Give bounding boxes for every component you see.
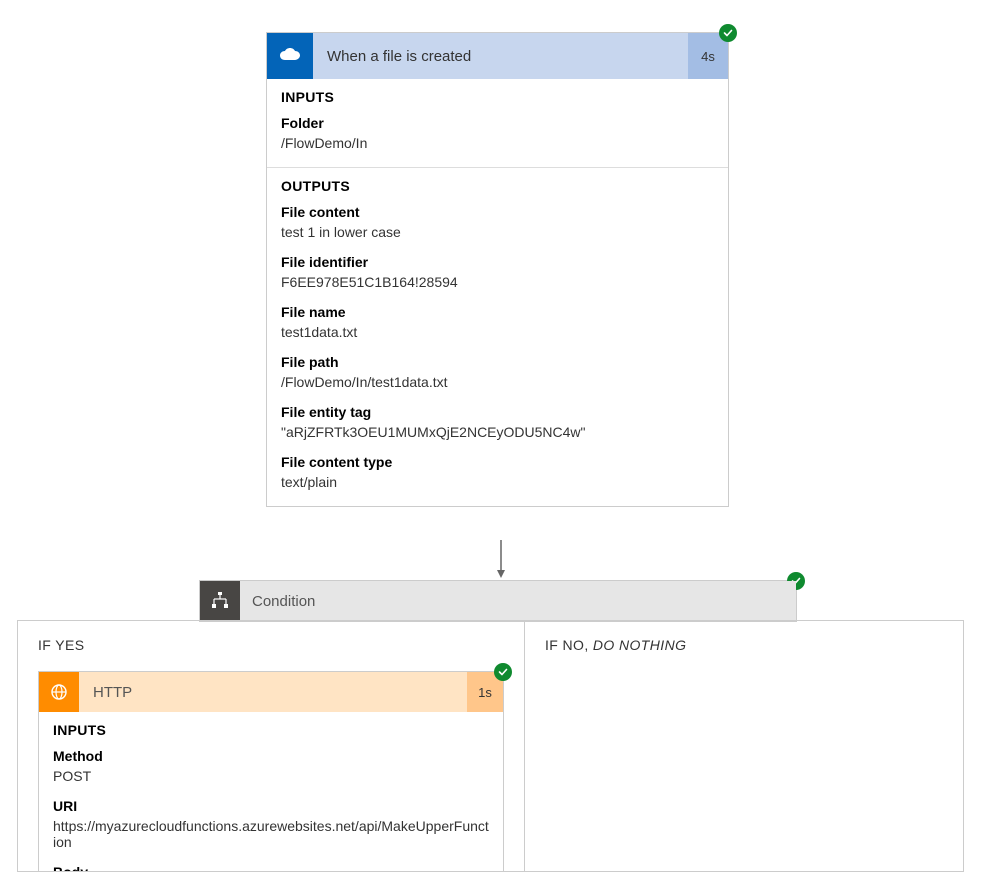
- trigger-outputs-section: OUTPUTS File content test 1 in lower cas…: [267, 167, 728, 506]
- kv-file-identifier: File identifier F6EE978E51C1B164!28594: [281, 254, 714, 290]
- kv-label: File content: [281, 204, 714, 220]
- kv-value: /FlowDemo/In/test1data.txt: [281, 374, 714, 390]
- kv-folder: Folder /FlowDemo/In: [281, 115, 714, 151]
- branch-if-no: IF NO, DO NOTHING: [524, 621, 963, 871]
- kv-value: https://myazurecloudfunctions.azurewebsi…: [53, 818, 489, 850]
- if-no-label: IF NO, DO NOTHING: [545, 637, 943, 653]
- success-badge-icon: [494, 663, 512, 681]
- success-badge-icon: [719, 24, 737, 42]
- http-inputs-section: INPUTS Method POST URI https://myazurecl…: [39, 712, 503, 872]
- kv-file-content: File content test 1 in lower case: [281, 204, 714, 240]
- kv-label: File entity tag: [281, 404, 714, 420]
- if-yes-label: IF YES: [38, 637, 504, 653]
- kv-file-content-type: File content type text/plain: [281, 454, 714, 490]
- if-no-em: DO NOTHING: [593, 637, 686, 653]
- kv-value: test1data.txt: [281, 324, 714, 340]
- kv-value: text/plain: [281, 474, 714, 490]
- branch-if-yes: IF YES HTTP 1s INPUTS Method: [18, 621, 524, 871]
- trigger-header[interactable]: When a file is created 4s: [267, 33, 728, 79]
- trigger-title: When a file is created: [313, 33, 688, 79]
- condition-card[interactable]: Condition: [199, 580, 797, 622]
- http-globe-icon: [39, 672, 79, 712]
- inputs-heading: INPUTS: [281, 89, 714, 105]
- kv-label: URI: [53, 798, 489, 814]
- kv-method: Method POST: [53, 748, 489, 784]
- kv-file-path: File path /FlowDemo/In/test1data.txt: [281, 354, 714, 390]
- kv-label: Folder: [281, 115, 714, 131]
- kv-file-entity-tag: File entity tag "aRjZFRTk3OEU1MUMxQjE2NC…: [281, 404, 714, 440]
- kv-label: Body: [53, 864, 489, 872]
- kv-value: /FlowDemo/In: [281, 135, 714, 151]
- if-no-prefix: IF NO,: [545, 637, 593, 653]
- kv-value: test 1 in lower case: [281, 224, 714, 240]
- http-title: HTTP: [79, 672, 467, 712]
- kv-label: File path: [281, 354, 714, 370]
- kv-label: File identifier: [281, 254, 714, 270]
- onedrive-icon: [267, 33, 313, 79]
- kv-value: "aRjZFRTk3OEU1MUMxQjE2NCEyODU5NC4w": [281, 424, 714, 440]
- kv-label: Method: [53, 748, 489, 764]
- condition-icon: [200, 581, 240, 621]
- kv-body: Body: [53, 864, 489, 872]
- kv-label: File name: [281, 304, 714, 320]
- kv-value: F6EE978E51C1B164!28594: [281, 274, 714, 290]
- kv-value: POST: [53, 768, 489, 784]
- condition-branches: IF YES HTTP 1s INPUTS Method: [17, 620, 964, 872]
- kv-label: File content type: [281, 454, 714, 470]
- condition-header[interactable]: Condition: [200, 581, 796, 621]
- http-header[interactable]: HTTP 1s: [39, 672, 503, 712]
- trigger-card[interactable]: When a file is created 4s INPUTS Folder …: [266, 32, 729, 507]
- kv-file-name: File name test1data.txt: [281, 304, 714, 340]
- kv-uri: URI https://myazurecloudfunctions.azurew…: [53, 798, 489, 850]
- http-card[interactable]: HTTP 1s INPUTS Method POST URI https://m…: [38, 671, 504, 872]
- outputs-heading: OUTPUTS: [281, 178, 714, 194]
- condition-title: Condition: [240, 581, 796, 621]
- inputs-heading: INPUTS: [53, 722, 489, 738]
- trigger-inputs-section: INPUTS Folder /FlowDemo/In: [267, 79, 728, 167]
- arrow-down-icon: [496, 540, 506, 580]
